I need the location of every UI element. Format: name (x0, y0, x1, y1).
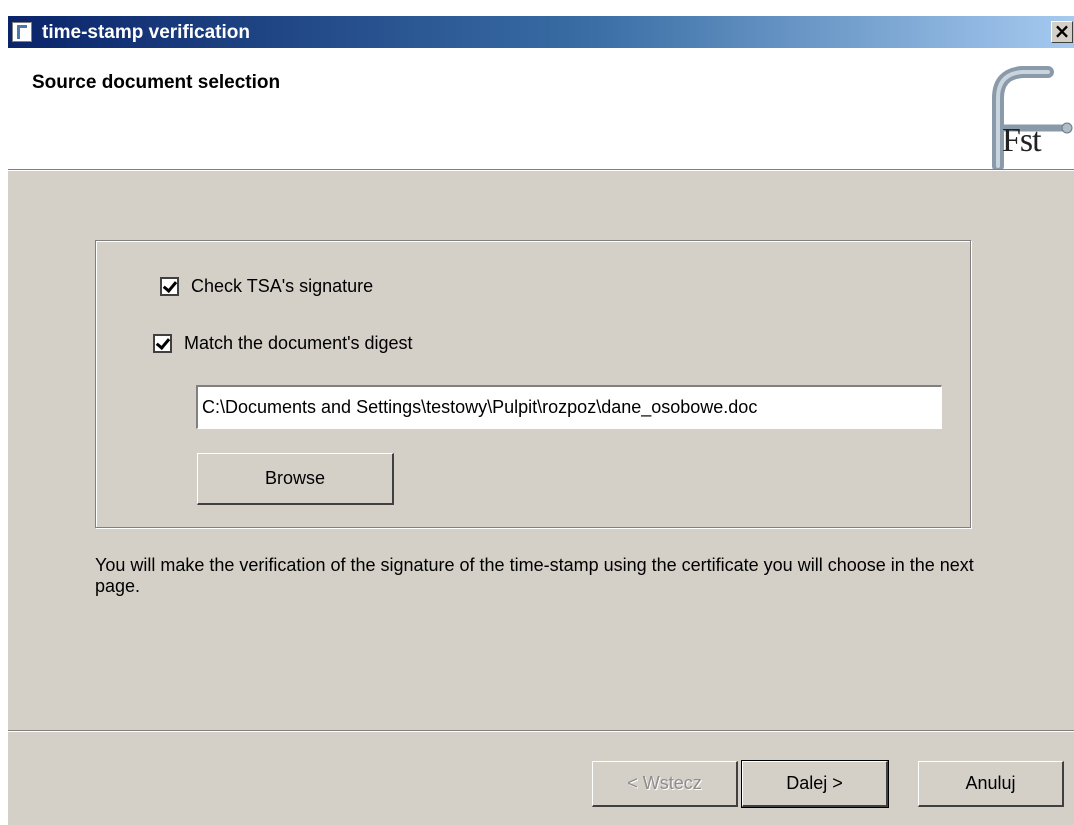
app-icon (12, 22, 32, 42)
browse-button[interactable]: Browse (197, 453, 394, 505)
title-bar[interactable]: time-stamp verification × (8, 16, 1074, 48)
match-digest-label[interactable]: Match the document's digest (184, 333, 413, 354)
info-text: You will make the verification of the si… (95, 555, 974, 596)
header-divider (8, 170, 1074, 171)
cancel-button[interactable]: Anuluj (918, 761, 1064, 807)
fst-logo-icon: Fst (978, 58, 1074, 172)
match-digest-row[interactable]: Match the document's digest (153, 333, 413, 354)
close-button[interactable]: × (1051, 21, 1073, 43)
page-title: Source document selection (32, 72, 281, 93)
footer-separator-highlight (8, 731, 1074, 732)
match-digest-checkbox[interactable] (153, 334, 172, 353)
logo-text: Fst (1002, 122, 1042, 159)
window-title: time-stamp verification (42, 22, 250, 43)
document-path-input[interactable] (196, 385, 942, 429)
back-button[interactable]: < Wstecz (592, 761, 738, 807)
dialog-window: time-stamp verification × Source documen… (8, 16, 1074, 825)
next-button[interactable]: Dalej > (741, 760, 889, 808)
check-tsa-label[interactable]: Check TSA's signature (191, 276, 373, 297)
check-tsa-checkbox[interactable] (160, 277, 179, 296)
check-tsa-row[interactable]: Check TSA's signature (160, 276, 373, 297)
wizard-header: Source document selection Fst (8, 48, 1074, 172)
